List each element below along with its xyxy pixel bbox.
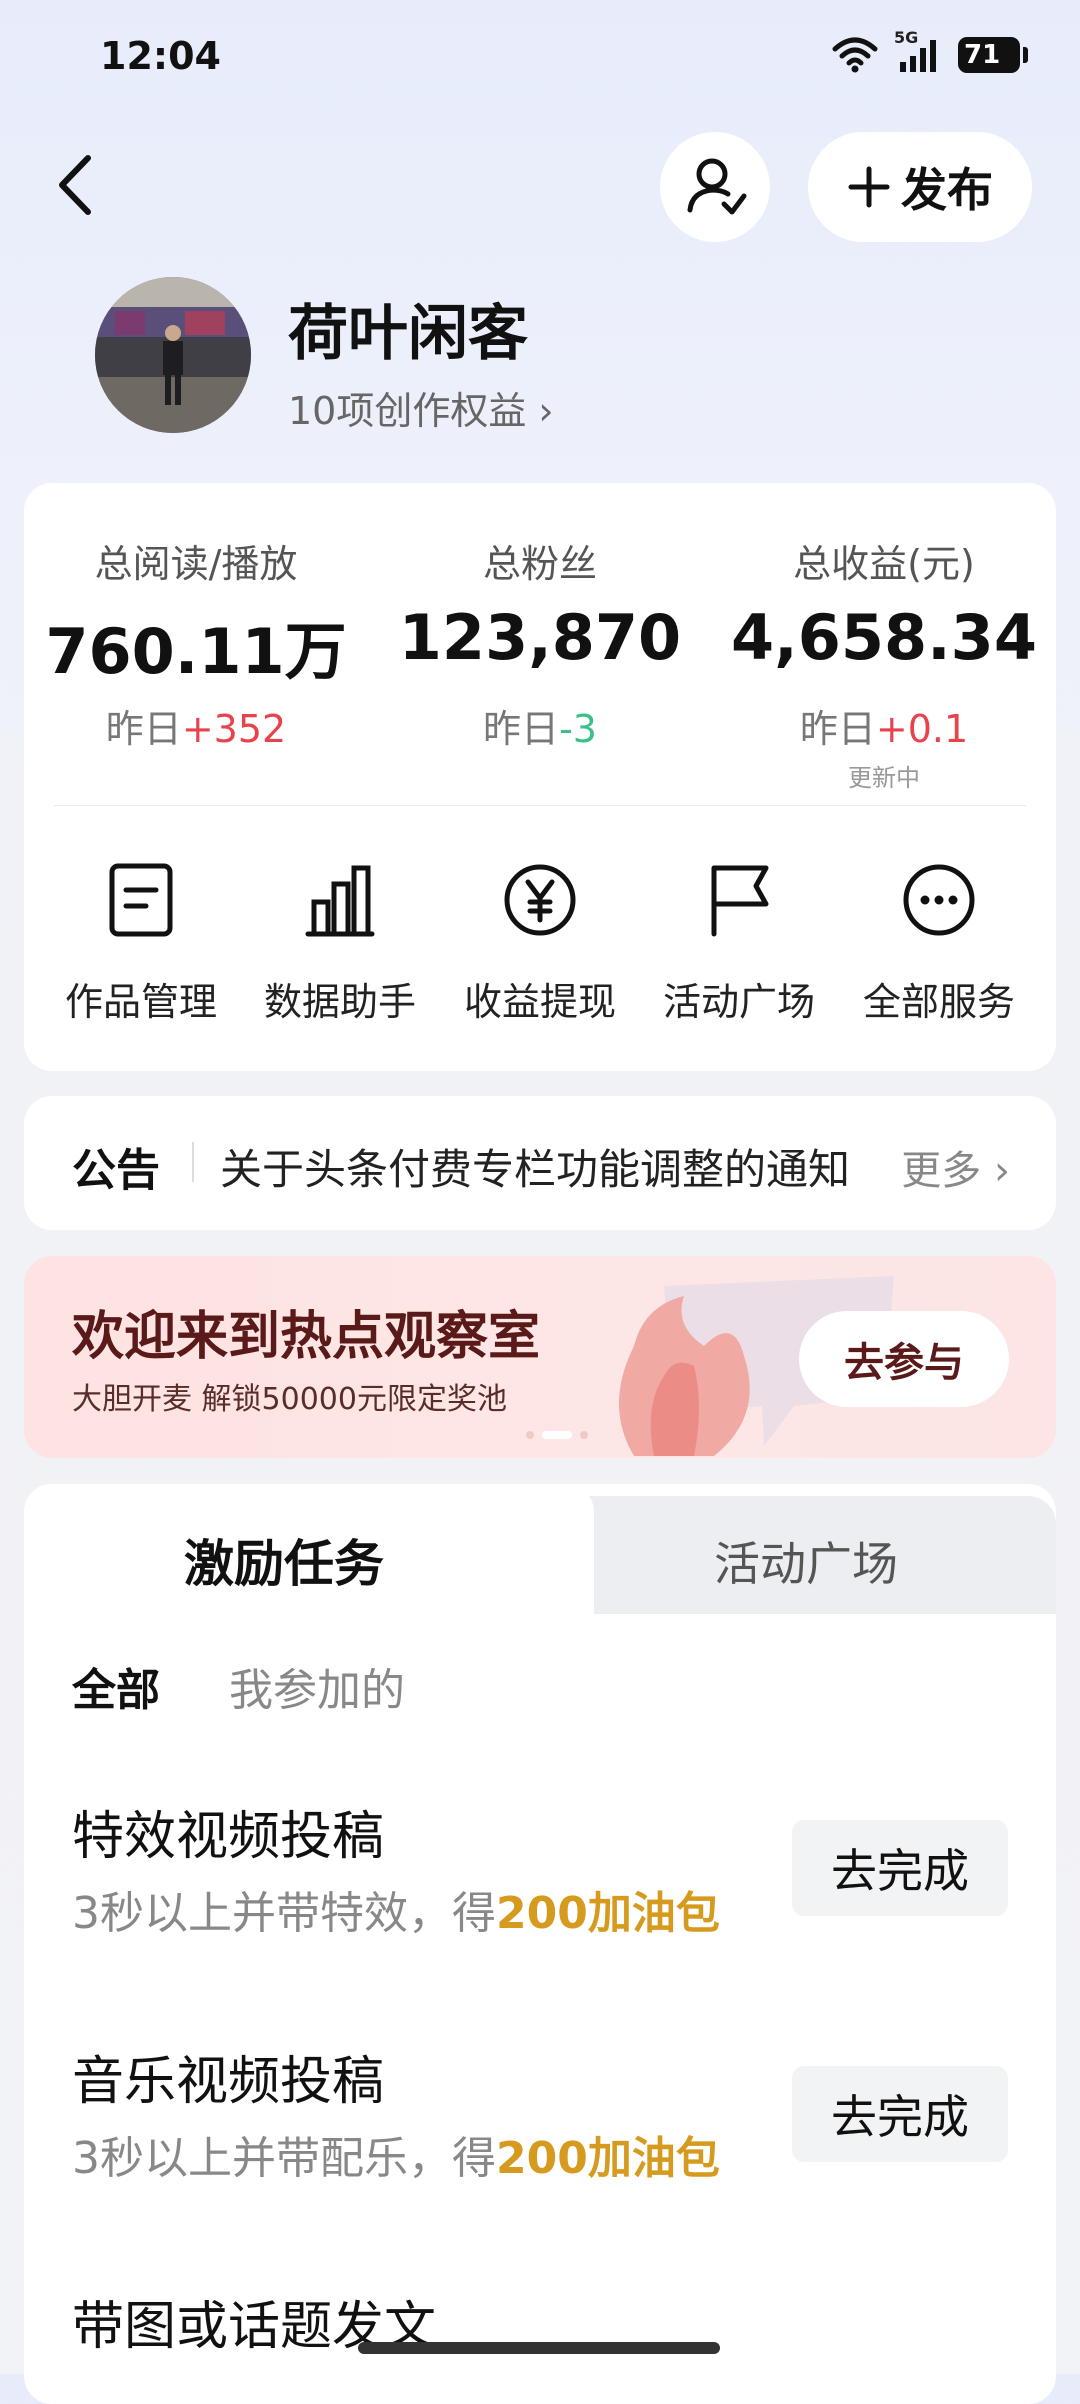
join-button[interactable]: 去参与 <box>799 1311 1009 1407</box>
task-title: 特效视频投稿 <box>72 1807 385 1867</box>
filter-joined[interactable]: 我参加的 <box>229 1654 405 1718</box>
wifi-icon <box>832 37 878 73</box>
shortcut-label: 数据助手 <box>263 980 416 1024</box>
bar-chart-icon <box>295 855 385 945</box>
carousel-indicator <box>526 1431 588 1439</box>
shortcut-label: 活动广场 <box>662 980 815 1024</box>
promo-banner[interactable]: 欢迎来到热点观察室 大胆开麦 解锁50000元限定奖池 去参与 <box>24 1256 1056 1458</box>
shortcut-withdraw[interactable]: 收益提现 <box>440 855 640 1026</box>
shortcut-label: 全部服务 <box>862 980 1015 1024</box>
notice-title: 公告 <box>72 1145 160 1196</box>
carousel-dot-active <box>542 1431 572 1439</box>
shortcut-label: 作品管理 <box>64 980 217 1024</box>
complete-task-button[interactable]: 去完成 <box>792 2066 1008 2162</box>
stat-delta: 昨日+0.1 <box>799 707 969 751</box>
complete-task-button[interactable]: 去完成 <box>792 1820 1008 1916</box>
notice-more-link[interactable]: 更多 › <box>901 1138 1010 1196</box>
flag-icon <box>694 855 784 945</box>
chevron-left-icon <box>59 155 91 215</box>
task-desc: 3秒以上并带特效，得200加油包 <box>72 1888 720 1939</box>
benefits-link[interactable]: 10项创作权益 › <box>288 380 554 435</box>
battery-icon: 71 <box>958 37 1028 73</box>
notice-text[interactable]: 关于头条付费专栏功能调整的通知 <box>220 1136 870 1197</box>
stat-label: 总收益(元) <box>793 542 975 586</box>
yen-circle-icon <box>495 855 585 945</box>
signal-icon: 5G <box>894 28 940 74</box>
username: 荷叶闲客 <box>288 299 528 369</box>
stat-value: 4,658.34 <box>731 601 1037 674</box>
document-icon <box>96 855 186 945</box>
stat-label: 总粉丝 <box>482 542 597 586</box>
publish-label: 发布 <box>901 163 993 217</box>
tasks-card: 激励任务 活动广场 全部 我参加的 特效视频投稿 3秒以上并带特效，得200加油… <box>24 1484 1056 2404</box>
task-title: 音乐视频投稿 <box>72 2052 385 2112</box>
carousel-dot <box>526 1431 534 1439</box>
task-reward: 200加油包 <box>496 2133 720 2184</box>
battery-level: 71 <box>964 40 1001 70</box>
stat-delta: 昨日+352 <box>105 707 287 751</box>
more-icon <box>894 855 984 945</box>
tab-activity-square[interactable]: 活动广场 <box>714 1528 898 1594</box>
avatar[interactable] <box>95 277 251 433</box>
status-icons: 5G 71 <box>832 28 1028 74</box>
stat-delta: 昨日-3 <box>483 707 597 751</box>
shortcut-data[interactable]: 数据助手 <box>240 855 440 1026</box>
updating-note: 更新中 <box>848 764 920 792</box>
banner-title: 欢迎来到热点观察室 <box>72 1307 541 1367</box>
carousel-dot <box>580 1431 588 1439</box>
tab-incentive-tasks[interactable]: 激励任务 <box>184 1524 384 1596</box>
back-button[interactable] <box>40 140 110 230</box>
stat-value: 760.11万 <box>45 615 347 688</box>
shortcut-activity[interactable]: 活动广场 <box>639 855 839 1026</box>
filter-all[interactable]: 全部 <box>72 1654 160 1718</box>
shortcut-all-services[interactable]: 全部服务 <box>839 855 1039 1026</box>
stat-value: 123,870 <box>398 601 682 674</box>
stat-label: 总阅读/播放 <box>94 542 298 586</box>
home-indicator[interactable] <box>358 2342 720 2354</box>
stats-card: 总阅读/播放 760.11万 昨日+352 总粉丝 123,870 昨日-3 总… <box>24 483 1056 1071</box>
shortcut-label: 收益提现 <box>463 980 616 1024</box>
banner-subtitle: 大胆开麦 解锁50000元限定奖池 <box>72 1382 507 1417</box>
task-desc: 3秒以上并带配乐，得200加油包 <box>72 2133 720 2184</box>
publish-button[interactable]: 发布 <box>808 132 1032 242</box>
user-check-icon <box>687 158 747 215</box>
user-switch-button[interactable] <box>660 132 770 242</box>
notice-bar[interactable]: 公告 关于头条付费专栏功能调整的通知 更多 › <box>24 1096 1056 1230</box>
task-reward: 200加油包 <box>496 1888 720 1939</box>
shortcut-works[interactable]: 作品管理 <box>41 855 241 1026</box>
divider <box>54 805 1026 806</box>
notice-separator <box>192 1142 194 1182</box>
plus-icon <box>848 166 890 208</box>
status-time: 12:04 <box>100 34 221 78</box>
